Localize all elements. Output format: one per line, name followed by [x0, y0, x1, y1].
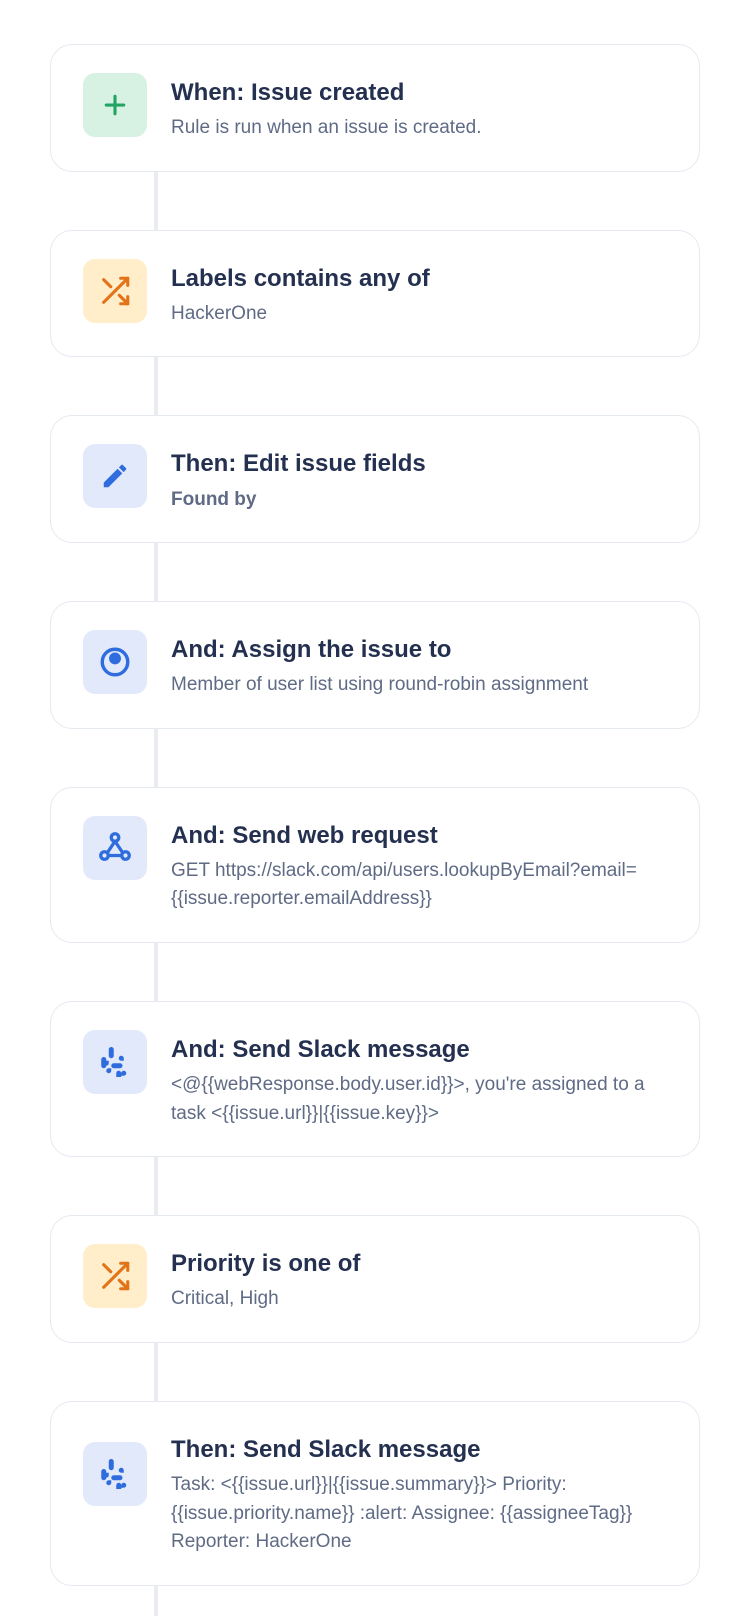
connector-line [154, 1343, 158, 1401]
step-title: And: Send web request [171, 820, 667, 851]
connector-line [154, 172, 158, 230]
rule-step-action[interactable]: And: Send web request GET https://slack.… [50, 787, 700, 943]
step-subtitle: <@{{webResponse.body.user.id}}>, you're … [171, 1071, 667, 1128]
step-subtitle: HackerOne [171, 300, 667, 329]
step-subtitle: Critical, High [171, 1285, 667, 1314]
step-subtitle: Task: <{{issue.url}}|{{issue.summary}}> … [171, 1471, 667, 1557]
step-title: Priority is one of [171, 1248, 667, 1279]
step-subtitle: Found by [171, 486, 667, 515]
step-content: Then: Edit issue fields Found by [171, 444, 667, 514]
rule-step-action[interactable]: And: Assign the issue to Member of user … [50, 601, 700, 729]
connector-line [154, 1157, 158, 1215]
shuffle-icon [83, 259, 147, 323]
webhook-icon [83, 816, 147, 880]
rule-step-action[interactable]: Then: Send Slack message Task: <{{issue.… [50, 1401, 700, 1586]
step-content: And: Assign the issue to Member of user … [171, 630, 667, 700]
step-title: And: Assign the issue to [171, 634, 667, 665]
slack-icon [83, 1442, 147, 1506]
plus-icon [83, 73, 147, 137]
step-content: And: Send web request GET https://slack.… [171, 816, 667, 914]
connector-line [154, 729, 158, 787]
connector-line [154, 943, 158, 1001]
rule-step-condition[interactable]: Priority is one of Critical, High [50, 1215, 700, 1343]
step-subtitle: Member of user list using round-robin as… [171, 671, 667, 700]
step-subtitle: GET https://slack.com/api/users.lookupBy… [171, 857, 667, 914]
rule-step-trigger[interactable]: When: Issue created Rule is run when an … [50, 44, 700, 172]
step-content: Then: Send Slack message Task: <{{issue.… [171, 1430, 667, 1557]
rule-step-condition[interactable]: Labels contains any of HackerOne [50, 230, 700, 358]
shuffle-icon [83, 1244, 147, 1308]
step-content: And: Send Slack message <@{{webResponse.… [171, 1030, 667, 1128]
step-title: Then: Edit issue fields [171, 448, 667, 479]
connector-line [154, 1586, 158, 1616]
step-title: Then: Send Slack message [171, 1434, 667, 1465]
step-subtitle: Rule is run when an issue is created. [171, 114, 667, 143]
slack-icon [83, 1030, 147, 1094]
step-content: Labels contains any of HackerOne [171, 259, 667, 329]
step-content: Priority is one of Critical, High [171, 1244, 667, 1314]
user-icon [83, 630, 147, 694]
connector-line [154, 357, 158, 415]
step-title: When: Issue created [171, 77, 667, 108]
step-title: And: Send Slack message [171, 1034, 667, 1065]
rule-step-action[interactable]: Then: Edit issue fields Found by [50, 415, 700, 543]
connector-line [154, 543, 158, 601]
step-title: Labels contains any of [171, 263, 667, 294]
rule-step-action[interactable]: And: Send Slack message <@{{webResponse.… [50, 1001, 700, 1157]
step-content: When: Issue created Rule is run when an … [171, 73, 667, 143]
pencil-icon [83, 444, 147, 508]
